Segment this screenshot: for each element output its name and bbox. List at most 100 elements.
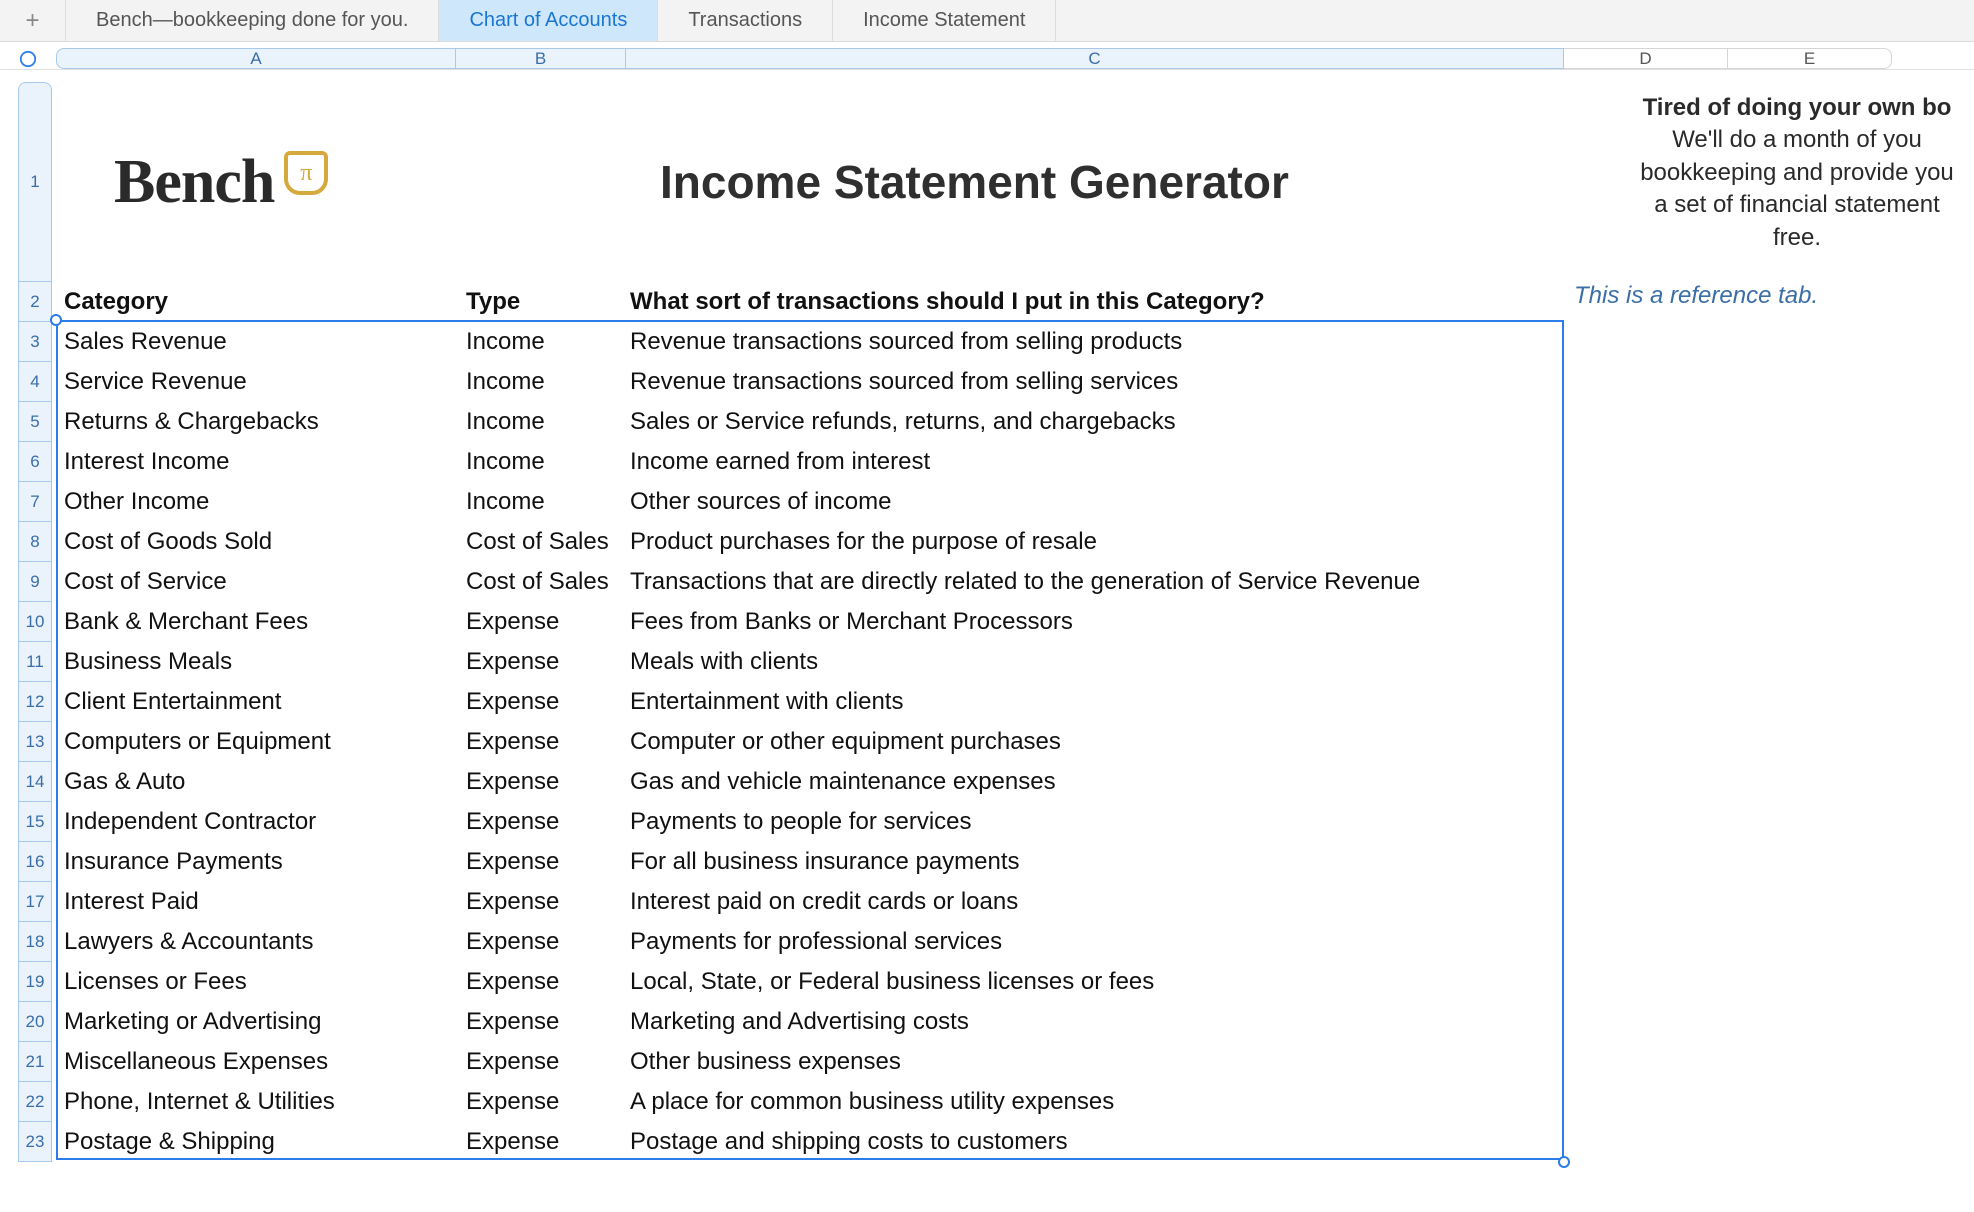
table-row[interactable]: Licenses or FeesExpenseLocal, State, or … bbox=[56, 962, 1974, 1002]
table-row[interactable]: Business MealsExpenseMeals with clients bbox=[56, 642, 1974, 682]
cell-description[interactable]: Transactions that are directly related t… bbox=[626, 568, 1564, 596]
table-row[interactable]: Sales RevenueIncomeRevenue transactions … bbox=[56, 322, 1974, 362]
cell-category[interactable]: Other Income bbox=[56, 488, 456, 516]
cell-category[interactable]: Client Entertainment bbox=[56, 688, 456, 716]
cell-type[interactable]: Income bbox=[456, 368, 626, 396]
sheet-tab[interactable]: Income Statement bbox=[833, 0, 1056, 41]
cell-description[interactable]: Payments to people for services bbox=[626, 808, 1564, 836]
table-row[interactable]: Bank & Merchant FeesExpenseFees from Ban… bbox=[56, 602, 1974, 642]
row-header[interactable]: 3 bbox=[18, 322, 52, 362]
cell-category[interactable]: Cost of Service bbox=[56, 568, 456, 596]
cell-category[interactable]: Insurance Payments bbox=[56, 848, 456, 876]
table-row[interactable]: Phone, Internet & UtilitiesExpenseA plac… bbox=[56, 1082, 1974, 1122]
row-header[interactable]: 15 bbox=[18, 802, 52, 842]
cell-category[interactable]: Miscellaneous Expenses bbox=[56, 1048, 456, 1076]
cell-type[interactable]: Expense bbox=[456, 608, 626, 636]
cell-category[interactable]: Independent Contractor bbox=[56, 808, 456, 836]
cell-description[interactable]: Gas and vehicle maintenance expenses bbox=[626, 768, 1564, 796]
cell-description[interactable]: Revenue transactions sourced from sellin… bbox=[626, 368, 1564, 396]
sheet-tab[interactable]: Bench—bookkeeping done for you. bbox=[66, 0, 439, 41]
cell-type[interactable]: Expense bbox=[456, 648, 626, 676]
cell-description[interactable]: For all business insurance payments bbox=[626, 848, 1564, 876]
row-header[interactable]: 2 bbox=[18, 282, 52, 322]
column-header[interactable]: C bbox=[626, 48, 1564, 69]
table-row[interactable]: Client EntertainmentExpenseEntertainment… bbox=[56, 682, 1974, 722]
cell-type[interactable]: Cost of Sales bbox=[456, 568, 626, 596]
cell-description[interactable]: Entertainment with clients bbox=[626, 688, 1564, 716]
cell-type[interactable]: Expense bbox=[456, 688, 626, 716]
row-header[interactable]: 11 bbox=[18, 642, 52, 682]
cell-description[interactable]: Fees from Banks or Merchant Processors bbox=[626, 608, 1564, 636]
row-header[interactable]: 19 bbox=[18, 962, 52, 1002]
column-header[interactable]: D bbox=[1564, 48, 1728, 69]
row-header[interactable]: 6 bbox=[18, 442, 52, 482]
table-row[interactable]: Lawyers & AccountantsExpensePayments for… bbox=[56, 922, 1974, 962]
row-header[interactable]: 23 bbox=[18, 1122, 52, 1162]
cell-type[interactable]: Income bbox=[456, 328, 626, 356]
cell-type[interactable]: Cost of Sales bbox=[456, 528, 626, 556]
cell-type[interactable]: Expense bbox=[456, 888, 626, 916]
sheet-tab[interactable]: Chart of Accounts bbox=[439, 0, 658, 41]
cell-category[interactable]: Cost of Goods Sold bbox=[56, 528, 456, 556]
cell-type[interactable]: Income bbox=[456, 448, 626, 476]
table-row[interactable]: Returns & ChargebacksIncomeSales or Serv… bbox=[56, 402, 1974, 442]
table-row[interactable]: Cost of ServiceCost of SalesTransactions… bbox=[56, 562, 1974, 602]
column-header[interactable]: B bbox=[456, 48, 626, 69]
cell-description[interactable]: Local, State, or Federal business licens… bbox=[626, 968, 1564, 996]
cell-description[interactable]: A place for common business utility expe… bbox=[626, 1088, 1564, 1116]
cell-description[interactable]: Postage and shipping costs to customers bbox=[626, 1128, 1564, 1156]
row-header[interactable]: 17 bbox=[18, 882, 52, 922]
column-header[interactable]: E bbox=[1728, 48, 1892, 69]
cell-type[interactable]: Expense bbox=[456, 1088, 626, 1116]
row-header[interactable]: 9 bbox=[18, 562, 52, 602]
cell-description[interactable]: Meals with clients bbox=[626, 648, 1564, 676]
cell-type[interactable]: Expense bbox=[456, 808, 626, 836]
cell-description[interactable]: Marketing and Advertising costs bbox=[626, 1008, 1564, 1036]
row-header[interactable]: 22 bbox=[18, 1082, 52, 1122]
row-header[interactable]: 21 bbox=[18, 1042, 52, 1082]
cell-description[interactable]: Computer or other equipment purchases bbox=[626, 728, 1564, 756]
table-row[interactable]: Independent ContractorExpensePayments to… bbox=[56, 802, 1974, 842]
cell-grid[interactable]: Bench π Income Statement Generator Categ… bbox=[56, 70, 1974, 1212]
cell-category[interactable]: Business Meals bbox=[56, 648, 456, 676]
cell-type[interactable]: Expense bbox=[456, 728, 626, 756]
cell-category[interactable]: Marketing or Advertising bbox=[56, 1008, 456, 1036]
cell-type[interactable]: Expense bbox=[456, 928, 626, 956]
cell-description[interactable]: Interest paid on credit cards or loans bbox=[626, 888, 1564, 916]
selection-handle[interactable] bbox=[1558, 1156, 1570, 1168]
cell-type[interactable]: Expense bbox=[456, 768, 626, 796]
cell-category[interactable]: Phone, Internet & Utilities bbox=[56, 1088, 456, 1116]
cell-type[interactable]: Income bbox=[456, 408, 626, 436]
row-header[interactable]: 18 bbox=[18, 922, 52, 962]
table-row[interactable]: Insurance PaymentsExpenseFor all busines… bbox=[56, 842, 1974, 882]
cell-category[interactable]: Gas & Auto bbox=[56, 768, 456, 796]
cell-description[interactable]: Product purchases for the purpose of res… bbox=[626, 528, 1564, 556]
cell-type[interactable]: Expense bbox=[456, 1008, 626, 1036]
table-row[interactable]: Other IncomeIncomeOther sources of incom… bbox=[56, 482, 1974, 522]
table-row[interactable]: Interest PaidExpenseInterest paid on cre… bbox=[56, 882, 1974, 922]
row-header[interactable]: 20 bbox=[18, 1002, 52, 1042]
cell-type[interactable]: Expense bbox=[456, 968, 626, 996]
cell-type[interactable]: Income bbox=[456, 488, 626, 516]
cell-type[interactable]: Expense bbox=[456, 848, 626, 876]
selection-handle[interactable] bbox=[50, 314, 62, 326]
add-sheet-button[interactable]: + bbox=[0, 0, 66, 41]
column-header[interactable]: A bbox=[56, 48, 456, 69]
sheet-tab[interactable]: Transactions bbox=[658, 0, 833, 41]
cell-category[interactable]: Lawyers & Accountants bbox=[56, 928, 456, 956]
cell-description[interactable]: Revenue transactions sourced from sellin… bbox=[626, 328, 1564, 356]
row-header[interactable]: 5 bbox=[18, 402, 52, 442]
row-header[interactable]: 4 bbox=[18, 362, 52, 402]
cell-description[interactable]: Other business expenses bbox=[626, 1048, 1564, 1076]
cell-category[interactable]: Computers or Equipment bbox=[56, 728, 456, 756]
row-header[interactable]: 14 bbox=[18, 762, 52, 802]
row-header[interactable]: 13 bbox=[18, 722, 52, 762]
table-row[interactable]: Marketing or AdvertisingExpenseMarketing… bbox=[56, 1002, 1974, 1042]
table-row[interactable]: Computers or EquipmentExpenseComputer or… bbox=[56, 722, 1974, 762]
cell-category[interactable]: Returns & Chargebacks bbox=[56, 408, 456, 436]
row-header[interactable]: 16 bbox=[18, 842, 52, 882]
cell-category[interactable]: Interest Paid bbox=[56, 888, 456, 916]
table-row[interactable]: Postage & ShippingExpensePostage and shi… bbox=[56, 1122, 1974, 1162]
cell-description[interactable]: Sales or Service refunds, returns, and c… bbox=[626, 408, 1564, 436]
cell-category[interactable]: Bank & Merchant Fees bbox=[56, 608, 456, 636]
